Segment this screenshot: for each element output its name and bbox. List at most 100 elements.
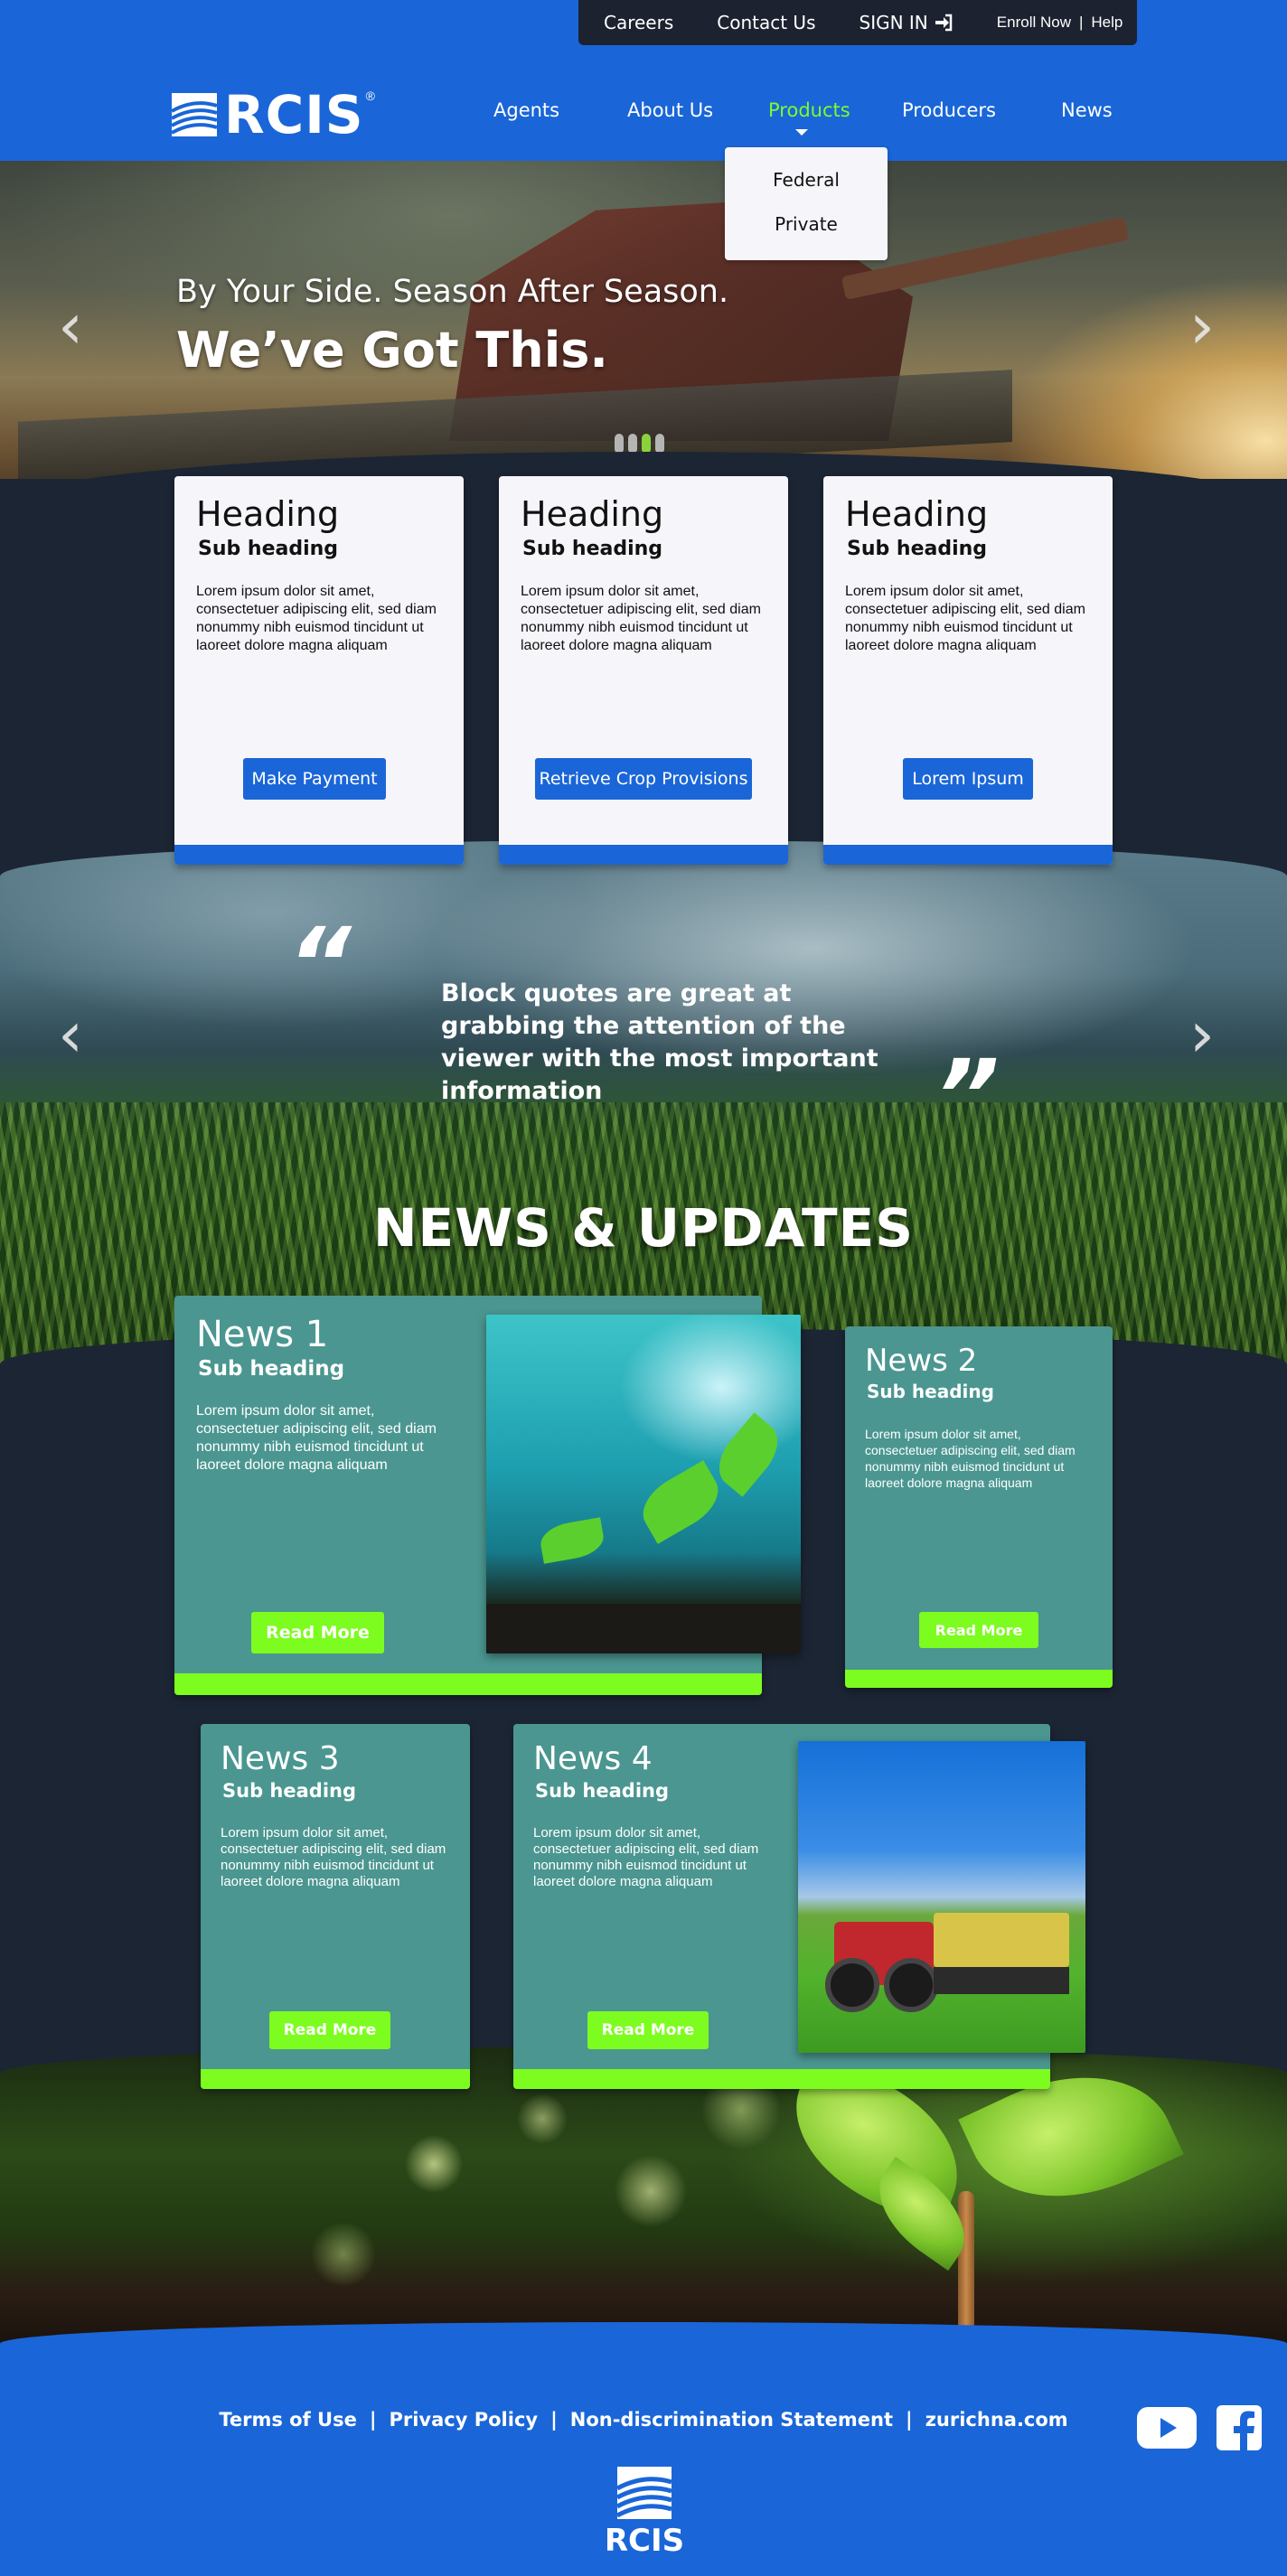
retrieve-crop-provisions-button[interactable]: Retrieve Crop Provisions <box>535 758 752 800</box>
news-accent-bar <box>513 2069 1050 2089</box>
help-link[interactable]: Help <box>1091 14 1123 32</box>
rcis-logo-icon <box>617 2467 672 2519</box>
open-quote-mark: “ <box>287 906 352 1022</box>
lorem-ipsum-button[interactable]: Lorem Ipsum <box>903 758 1033 800</box>
footer-brand-name: RCIS <box>604 2523 685 2559</box>
card-body: Lorem ipsum dolor sit amet, consectetuer… <box>196 584 437 653</box>
card-heading: Heading <box>521 494 664 534</box>
card-accent-bar <box>499 845 788 865</box>
site-header: Careers Contact Us SIGN IN Enroll Now | … <box>0 0 1287 161</box>
card-accent-bar <box>823 845 1113 865</box>
seedling-rain-image <box>486 1315 801 1653</box>
products-dropdown: Federal Private <box>725 147 888 260</box>
news-accent-bar <box>174 1673 762 1695</box>
news-heading: News 3 <box>221 1740 340 1777</box>
sign-in-label: SIGN IN <box>859 12 928 33</box>
planter-frame-shape <box>934 1967 1069 1994</box>
make-payment-button[interactable]: Make Payment <box>243 758 386 800</box>
read-more-button[interactable]: Read More <box>251 1612 384 1653</box>
chevron-left-icon[interactable]: ‹ <box>58 295 83 358</box>
caret-down-icon <box>795 129 808 136</box>
sign-in-icon <box>935 14 953 32</box>
nav-producers[interactable]: Producers <box>902 99 996 121</box>
news-subheading: Sub heading <box>535 1780 669 1802</box>
leaf-shape <box>538 1517 606 1564</box>
card-heading: Heading <box>196 494 340 534</box>
carousel-dot[interactable] <box>615 434 624 454</box>
sign-in-link[interactable]: SIGN IN <box>860 12 954 33</box>
utility-separator: | <box>1078 14 1084 31</box>
news-body: Lorem ipsum dolor sit amet, consectetuer… <box>865 1427 1076 1490</box>
news-accent-bar <box>201 2069 470 2089</box>
close-quote-mark: ” <box>935 1038 1000 1154</box>
card-subheading: Sub heading <box>522 538 663 560</box>
news-heading: News 4 <box>533 1740 653 1777</box>
enroll-link[interactable]: Enroll Now <box>997 14 1071 32</box>
news-card: News 2 Sub heading Lorem ipsum dolor sit… <box>845 1326 1113 1688</box>
non-discrimination-link[interactable]: Non-discrimination Statement <box>570 2409 893 2431</box>
news-accent-bar <box>845 1670 1113 1688</box>
news-subheading: Sub heading <box>222 1780 356 1802</box>
chevron-right-icon[interactable]: › <box>1189 295 1215 358</box>
site-footer: Terms of Use | Privacy Policy | Non-discrimi… <box>0 2322 1287 2576</box>
chevron-left-icon[interactable]: ‹ <box>58 1003 83 1066</box>
leaf-shape <box>708 1412 789 1497</box>
chevron-right-icon[interactable]: › <box>1189 1003 1215 1066</box>
careers-link[interactable]: Careers <box>604 12 673 33</box>
footer-separator: | <box>906 2409 913 2431</box>
carousel-dot[interactable] <box>655 434 664 454</box>
tractor-field-image <box>798 1741 1085 2053</box>
read-more-button[interactable]: Read More <box>587 2011 709 2049</box>
feature-card: Heading Sub heading Lorem ipsum dolor si… <box>823 476 1113 865</box>
news-card: News 3 Sub heading Lorem ipsum dolor sit… <box>201 1724 470 2089</box>
youtube-icon[interactable] <box>1137 2405 1197 2450</box>
main-nav: Agents About Us Products Producers News <box>0 99 1287 126</box>
feature-card: Heading Sub heading Lorem ipsum dolor si… <box>174 476 464 865</box>
news-heading: News 2 <box>865 1343 978 1379</box>
privacy-policy-link[interactable]: Privacy Policy <box>389 2409 538 2431</box>
nav-agents[interactable]: Agents <box>493 99 559 121</box>
news-subheading: Sub heading <box>867 1381 994 1402</box>
news-body: Lorem ipsum dolor sit amet, consectetuer… <box>221 1825 446 1889</box>
news-body: Lorem ipsum dolor sit amet, consectetuer… <box>196 1403 437 1473</box>
seedling-banner-image <box>0 2047 1287 2354</box>
footer-logo[interactable]: RCIS <box>590 2467 699 2559</box>
block-quote: Block quotes are great at grabbing the a… <box>441 979 878 1105</box>
card-body: Lorem ipsum dolor sit amet, consectetuer… <box>521 584 761 653</box>
feature-card: Heading Sub heading Lorem ipsum dolor si… <box>499 476 788 865</box>
terms-of-use-link[interactable]: Terms of Use <box>219 2409 357 2431</box>
leaf-shape <box>633 1460 728 1544</box>
hero-title: We’ve Got This. <box>176 322 608 379</box>
footer-separator: | <box>550 2409 558 2431</box>
carousel-dot-active[interactable] <box>642 434 651 454</box>
soil-shape <box>486 1604 801 1653</box>
news-section-title: NEWS & UPDATES <box>373 1197 914 1259</box>
card-subheading: Sub heading <box>847 538 988 560</box>
contact-link[interactable]: Contact Us <box>717 12 815 33</box>
carousel-indicators <box>615 434 664 454</box>
card-heading: Heading <box>845 494 989 534</box>
nav-products[interactable]: Products <box>768 99 850 121</box>
footer-links: Terms of Use | Privacy Policy | Non-discrimi… <box>0 2409 1287 2431</box>
dropdown-item-private[interactable]: Private <box>725 213 888 235</box>
facebook-icon[interactable] <box>1217 2405 1262 2450</box>
dropdown-item-federal[interactable]: Federal <box>725 169 888 191</box>
wheel-shape <box>884 1958 938 2012</box>
zurichna-link[interactable]: zurichna.com <box>925 2409 1068 2431</box>
utility-bar: Careers Contact Us SIGN IN Enroll Now | … <box>578 0 1137 45</box>
nav-about-us[interactable]: About Us <box>627 99 713 121</box>
card-subheading: Sub heading <box>198 538 339 560</box>
news-subheading: Sub heading <box>198 1357 345 1381</box>
news-heading: News 1 <box>196 1314 329 1355</box>
planter-shape <box>934 1913 1069 1967</box>
carousel-dot[interactable] <box>628 434 637 454</box>
read-more-button[interactable]: Read More <box>919 1612 1038 1648</box>
news-body: Lorem ipsum dolor sit amet, consectetuer… <box>533 1825 759 1889</box>
read-more-button[interactable]: Read More <box>269 2011 390 2049</box>
nav-news[interactable]: News <box>1061 99 1113 121</box>
hero-subtitle: By Your Side. Season After Season. <box>176 274 729 310</box>
card-body: Lorem ipsum dolor sit amet, consectetuer… <box>845 584 1085 653</box>
wheel-shape <box>825 1958 879 2012</box>
footer-separator: | <box>369 2409 377 2431</box>
card-accent-bar <box>174 845 464 865</box>
